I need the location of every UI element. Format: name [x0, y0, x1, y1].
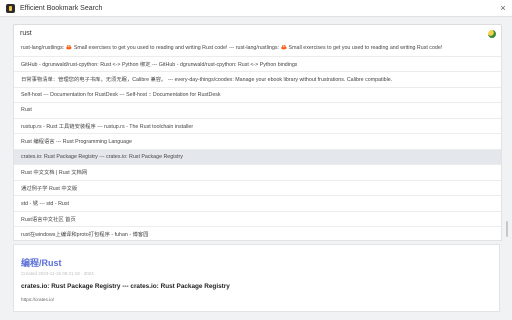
window-title: Efficient Bookmark Search — [20, 4, 103, 12]
result-title: Self-host --- Documentation for RustDesk… — [21, 91, 221, 98]
result-row[interactable]: 日常事物清单：管理您的电子书库，无须无眠，Calibre 兼容。 --- eve… — [14, 72, 501, 88]
result-row[interactable]: Rust — [14, 103, 501, 119]
result-title: rustup.rs - Rust 工具链安装程序 --- rustup.rs -… — [21, 123, 194, 130]
result-title: Rust — [21, 107, 32, 114]
detail-bookmark-name: crates.io: Rust Package Registry --- cra… — [21, 283, 230, 290]
result-title: Rust 编程语言 --- Rust Programming Language — [21, 139, 132, 146]
results-list: rust-lang/rustlings: 🦀 Small exercises t… — [13, 41, 502, 241]
title-bar: Efficient Bookmark Search × — [0, 0, 512, 17]
detail-panel: 编程/Rust Created 2023-11-15 09:21:18 · 20… — [13, 244, 500, 312]
bookmark-app-icon — [6, 3, 15, 13]
close-icon[interactable]: × — [494, 0, 512, 16]
result-title: 日常事物清单：管理您的电子书库，无须无眠，Calibre 兼容。 --- eve… — [21, 77, 393, 84]
detail-meta: Created 2023-11-15 09:21:18 · 2024 — [21, 271, 94, 276]
detail-url[interactable]: https://crates.io/ — [21, 297, 54, 302]
result-row[interactable]: rustup.rs - Rust 工具链安装程序 --- rustup.rs -… — [14, 119, 501, 134]
search-input[interactable] — [14, 25, 488, 42]
result-row[interactable]: Self-host --- Documentation for RustDesk… — [14, 88, 501, 103]
result-row[interactable]: 通过例子学 Rust 中文版 — [14, 181, 501, 196]
result-row[interactable]: Rust 中文文档 | Rust 文档网 — [14, 165, 501, 181]
result-title: 通过例子学 Rust 中文版 — [21, 185, 78, 192]
result-title: GitHub - dgrunwald/rust-cpython: Rust <-… — [21, 61, 298, 68]
result-title: Rust 中文文档 | Rust 文档网 — [21, 170, 88, 177]
result-row[interactable]: Rust语言中文社区 首页 — [14, 212, 501, 227]
result-title: std - 锈 --- std - Rust — [21, 201, 69, 208]
result-title: Rust语言中文社区 首页 — [21, 216, 76, 223]
result-row[interactable]: GitHub - dgrunwald/rust-cpython: Rust <-… — [14, 57, 501, 72]
result-row[interactable]: Rust 编程语言 --- Rust Programming Language — [14, 134, 501, 150]
result-row[interactable]: std - 锈 --- std - Rust — [14, 196, 501, 212]
result-row[interactable]: crates.io: Rust Package Registry --- cra… — [14, 149, 501, 165]
scrollbar-thumb[interactable] — [506, 221, 508, 237]
result-row[interactable]: rust在windows上编译和proto打包程序 - fuhan - 博客园 — [14, 227, 501, 240]
detail-folder-title[interactable]: 编程/Rust — [21, 256, 62, 269]
result-title: crates.io: Rust Package Registry --- cra… — [21, 153, 183, 160]
result-row[interactable]: rust-lang/rustlings: 🦀 Small exercises t… — [14, 41, 501, 57]
result-title: rust在windows上编译和proto打包程序 - fuhan - 博客园 — [21, 232, 149, 239]
extension-badge-icon[interactable] — [488, 29, 496, 38]
result-title: rust-lang/rustlings: 🦀 Small exercises t… — [21, 45, 443, 52]
